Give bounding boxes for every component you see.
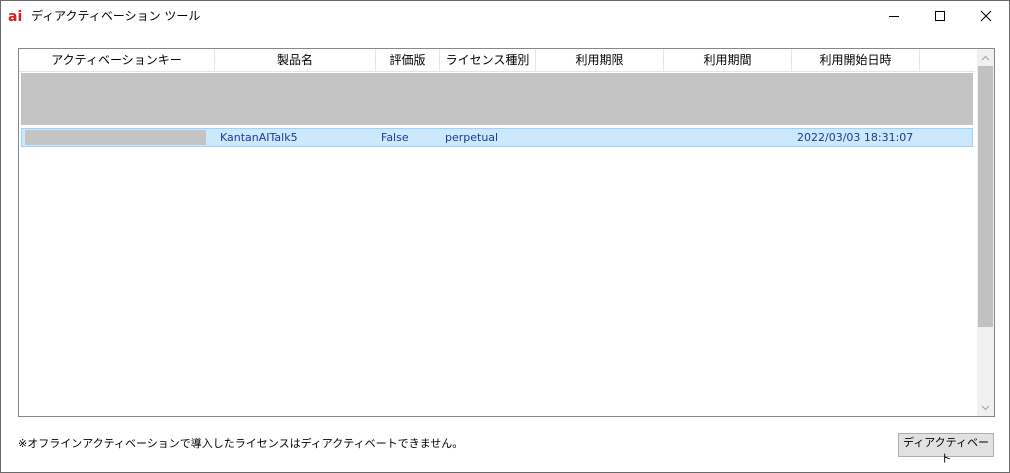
column-header-license-type[interactable]: ライセンス種別	[440, 49, 536, 71]
redacted-area	[21, 73, 973, 125]
cell-product: KantanAITalk5	[220, 131, 298, 144]
redacted-activation-key	[25, 130, 206, 145]
scroll-thumb[interactable]	[978, 66, 993, 327]
svg-text:ai: ai	[8, 9, 22, 24]
column-header-filler	[920, 49, 975, 71]
deactivate-button[interactable]: ディアクティベート	[898, 433, 994, 465]
column-header-period[interactable]: 利用期間	[664, 49, 792, 71]
maximize-button[interactable]	[917, 1, 963, 31]
chevron-up-icon	[981, 55, 990, 60]
column-header-product[interactable]: 製品名	[215, 49, 376, 71]
maximize-icon	[935, 11, 945, 21]
title-bar[interactable]: ai ディアクティベーション ツール	[1, 1, 1009, 31]
column-header-start[interactable]: 利用開始日時	[792, 49, 920, 71]
window-title: ディアクティベーション ツール	[31, 9, 201, 23]
table-row[interactable]: KantanAITalk5 False perpetual 2022/03/03…	[21, 128, 973, 147]
scroll-down-button[interactable]	[977, 399, 994, 416]
vertical-scrollbar[interactable]	[977, 49, 994, 416]
list-header: アクティベーションキー 製品名 評価版 ライセンス種別 利用期限 利用期間 利用…	[19, 49, 975, 72]
cell-start: 2022/03/03 18:31:07	[797, 131, 914, 144]
close-icon	[980, 10, 992, 22]
chevron-down-icon	[981, 405, 990, 410]
scroll-up-button[interactable]	[977, 49, 994, 66]
column-header-trial[interactable]: 評価版	[376, 49, 440, 71]
column-header-expiry[interactable]: 利用期限	[536, 49, 664, 71]
close-button[interactable]	[963, 1, 1009, 31]
cell-trial: False	[381, 131, 409, 144]
app-logo-icon: ai	[8, 9, 22, 24]
minimize-icon	[889, 16, 899, 17]
column-header-activation-key[interactable]: アクティベーションキー	[19, 49, 215, 71]
license-list[interactable]: アクティベーションキー 製品名 評価版 ライセンス種別 利用期限 利用期間 利用…	[18, 48, 995, 417]
minimize-button[interactable]	[871, 1, 917, 31]
cell-license-type: perpetual	[445, 131, 499, 144]
deactivation-window: ai ディアクティベーション ツール アクティベーションキー 製品名 評価版 ラ…	[0, 0, 1010, 473]
footer-note: ※オフラインアクティベーションで導入したライセンスはディアクティベートできません…	[18, 437, 464, 450]
